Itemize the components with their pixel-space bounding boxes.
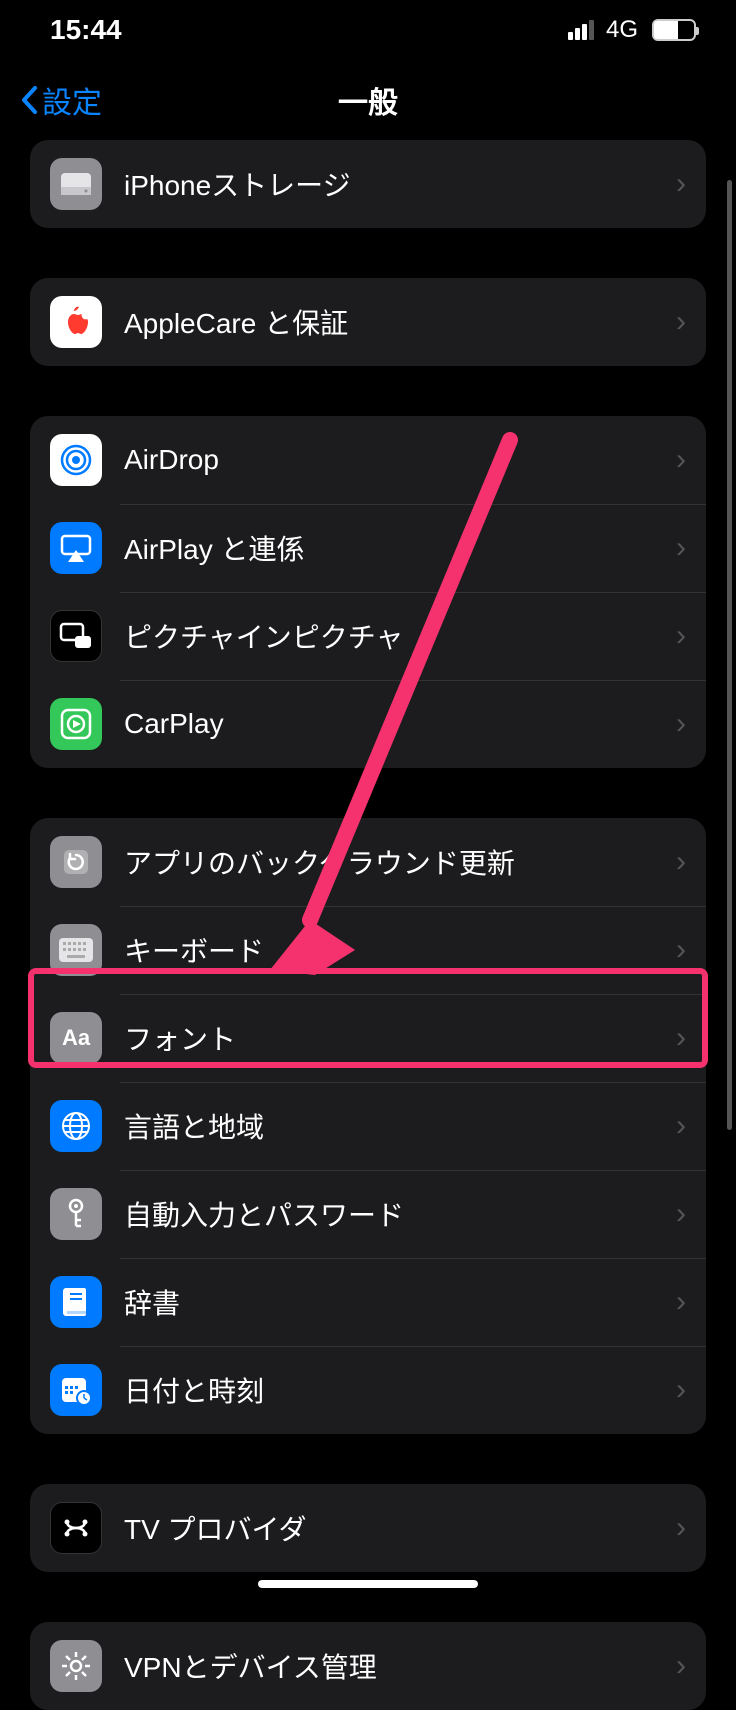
row-label: 言語と地域 <box>124 1106 676 1146</box>
row-label: フォント <box>124 1018 676 1058</box>
fonts-badge-text: Aa <box>62 1025 90 1051</box>
settings-group: iPhoneストレージ › <box>30 140 706 228</box>
key-icon <box>50 1188 102 1240</box>
row-carplay[interactable]: CarPlay › <box>30 680 706 768</box>
network-label: 4G <box>606 16 638 44</box>
gear-icon <box>50 1640 102 1692</box>
row-label: CarPlay <box>124 708 676 740</box>
chevron-right-icon: › <box>676 305 686 339</box>
row-tvprovider[interactable]: TV プロバイダ › <box>30 1484 706 1572</box>
carplay-icon <box>50 698 102 750</box>
row-dictionary[interactable]: 辞書 › <box>30 1258 706 1346</box>
globe-icon <box>50 1100 102 1152</box>
chevron-right-icon: › <box>676 1649 686 1683</box>
fonts-icon: Aa <box>50 1012 102 1064</box>
signal-icon <box>568 20 594 40</box>
row-applecare[interactable]: AppleCare と保証 › <box>30 278 706 366</box>
settings-group: AirDrop › AirPlay と連係 › ピクチャインピクチャ › Car… <box>30 416 706 768</box>
airdrop-icon <box>50 434 102 486</box>
keyboard-icon <box>50 924 102 976</box>
row-label: ピクチャインピクチャ <box>124 616 676 656</box>
chevron-right-icon: › <box>676 1197 686 1231</box>
chevron-right-icon: › <box>676 619 686 653</box>
row-label: アプリのバックグラウンド更新 <box>124 842 676 882</box>
row-airdrop[interactable]: AirDrop › <box>30 416 706 504</box>
navigation-bar: 設定 一般 <box>0 60 736 140</box>
calendar-clock-icon <box>50 1364 102 1416</box>
chevron-right-icon: › <box>676 933 686 967</box>
chevron-right-icon: › <box>676 167 686 201</box>
row-autofill[interactable]: 自動入力とパスワード › <box>30 1170 706 1258</box>
back-button[interactable]: 設定 <box>20 78 102 122</box>
row-datetime[interactable]: 日付と時刻 › <box>30 1346 706 1434</box>
status-bar: 15:44 4G <box>0 0 736 60</box>
settings-group: AppleCare と保証 › <box>30 278 706 366</box>
page-title: 一般 <box>338 78 398 122</box>
refresh-icon <box>50 836 102 888</box>
chevron-right-icon: › <box>676 1109 686 1143</box>
airplay-icon <box>50 522 102 574</box>
row-bgrefresh[interactable]: アプリのバックグラウンド更新 › <box>30 818 706 906</box>
pip-icon <box>50 610 102 662</box>
settings-group: アプリのバックグラウンド更新 › キーボード › Aa フォント › 言語と地域… <box>30 818 706 1434</box>
chevron-right-icon: › <box>676 845 686 879</box>
row-airplay[interactable]: AirPlay と連係 › <box>30 504 706 592</box>
battery-icon <box>652 19 696 41</box>
chevron-right-icon: › <box>676 707 686 741</box>
chevron-right-icon: › <box>676 1373 686 1407</box>
apple-icon <box>50 296 102 348</box>
chevron-right-icon: › <box>676 531 686 565</box>
row-label: TV プロバイダ <box>124 1508 676 1548</box>
book-icon <box>50 1276 102 1328</box>
scroll-indicator[interactable] <box>727 180 732 1130</box>
row-label: 自動入力とパスワード <box>124 1194 676 1234</box>
row-keyboard[interactable]: キーボード › <box>30 906 706 994</box>
row-label: iPhoneストレージ <box>124 164 676 204</box>
row-label: キーボード <box>124 930 676 970</box>
row-label: AppleCare と保証 <box>124 302 676 342</box>
home-indicator[interactable] <box>258 1580 478 1588</box>
settings-group: TV プロバイダ › <box>30 1484 706 1572</box>
chevron-right-icon: › <box>676 1285 686 1319</box>
row-vpn[interactable]: VPNとデバイス管理 › <box>30 1622 706 1710</box>
row-language-region[interactable]: 言語と地域 › <box>30 1082 706 1170</box>
row-fonts[interactable]: Aa フォント › <box>30 994 706 1082</box>
row-storage[interactable]: iPhoneストレージ › <box>30 140 706 228</box>
row-label: AirPlay と連係 <box>124 528 676 568</box>
back-label: 設定 <box>42 78 102 122</box>
status-right: 4G <box>568 16 696 44</box>
chevron-right-icon: › <box>676 1021 686 1055</box>
row-label: AirDrop <box>124 444 676 476</box>
status-time: 15:44 <box>50 14 122 46</box>
settings-group: VPNとデバイス管理 › <box>30 1622 706 1710</box>
row-pip[interactable]: ピクチャインピクチャ › <box>30 592 706 680</box>
row-label: VPNとデバイス管理 <box>124 1646 676 1686</box>
row-label: 日付と時刻 <box>124 1370 676 1410</box>
chevron-left-icon <box>20 85 38 115</box>
chevron-right-icon: › <box>676 443 686 477</box>
row-label: 辞書 <box>124 1282 676 1322</box>
tv-provider-icon <box>50 1502 102 1554</box>
storage-icon <box>50 158 102 210</box>
content: iPhoneストレージ › AppleCare と保証 › AirDrop › … <box>0 140 736 1710</box>
chevron-right-icon: › <box>676 1511 686 1545</box>
